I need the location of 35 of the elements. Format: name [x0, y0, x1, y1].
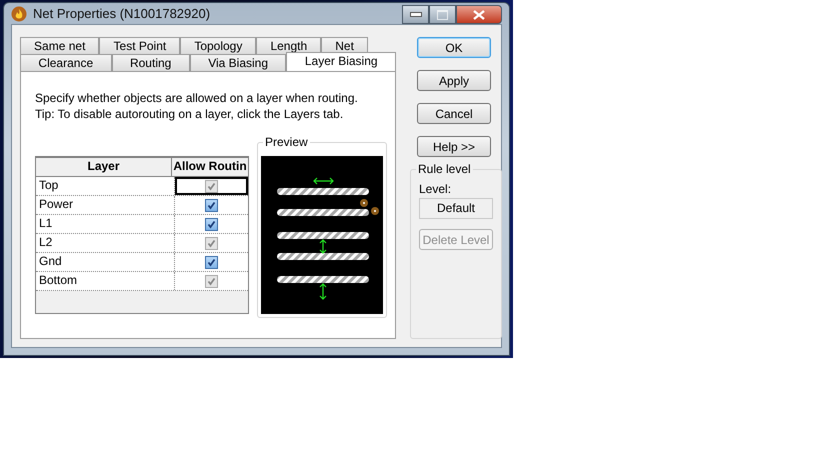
- column-header: Allow Routin: [172, 158, 248, 175]
- field-label: Level:: [419, 182, 452, 196]
- table-cell: L1: [36, 215, 175, 233]
- table-cell: Gnd: [36, 253, 175, 271]
- table-cell: Power: [36, 196, 175, 214]
- tab[interactable]: Length: [256, 37, 322, 54]
- description-text: Tip: To disable autorouting on a layer, click the Layers tab.: [35, 106, 344, 122]
- tab[interactable]: Layer Biasing: [286, 52, 396, 71]
- flame-icon: [11, 6, 27, 22]
- table-cell: Top: [36, 177, 175, 195]
- description-text: Specify whether objects are allowed on a layer when routing.: [35, 90, 359, 106]
- checkbox[interactable]: [205, 256, 218, 268]
- tab[interactable]: Clearance: [20, 54, 112, 71]
- tab[interactable]: Via Biasing: [190, 54, 286, 71]
- maximize-button[interactable]: [429, 5, 456, 24]
- close-button[interactable]: [456, 5, 502, 24]
- window-title: Net Properties (N1001782920): [33, 6, 210, 21]
- level-field: Default: [419, 198, 493, 219]
- group-label: Preview: [263, 135, 310, 149]
- tab[interactable]: Topology: [180, 37, 256, 54]
- checkbox[interactable]: [205, 218, 218, 230]
- tab[interactable]: Routing: [112, 54, 190, 71]
- dialog-button[interactable]: OK: [417, 37, 491, 58]
- dialog-button[interactable]: Help >>: [417, 136, 491, 157]
- table-cell: Bottom: [36, 272, 175, 290]
- close-icon: [473, 10, 485, 20]
- column-header: Layer: [36, 158, 172, 176]
- tab[interactable]: Same net: [20, 37, 100, 54]
- checkbox[interactable]: [205, 198, 218, 212]
- tab[interactable]: Test Point: [99, 37, 180, 54]
- minimize-button[interactable]: [402, 5, 429, 24]
- dialog-button[interactable]: Cancel: [417, 103, 491, 124]
- group-label: Rule level: [416, 162, 473, 176]
- dialog-button[interactable]: Apply: [417, 70, 491, 91]
- table-cell: L2: [36, 234, 175, 252]
